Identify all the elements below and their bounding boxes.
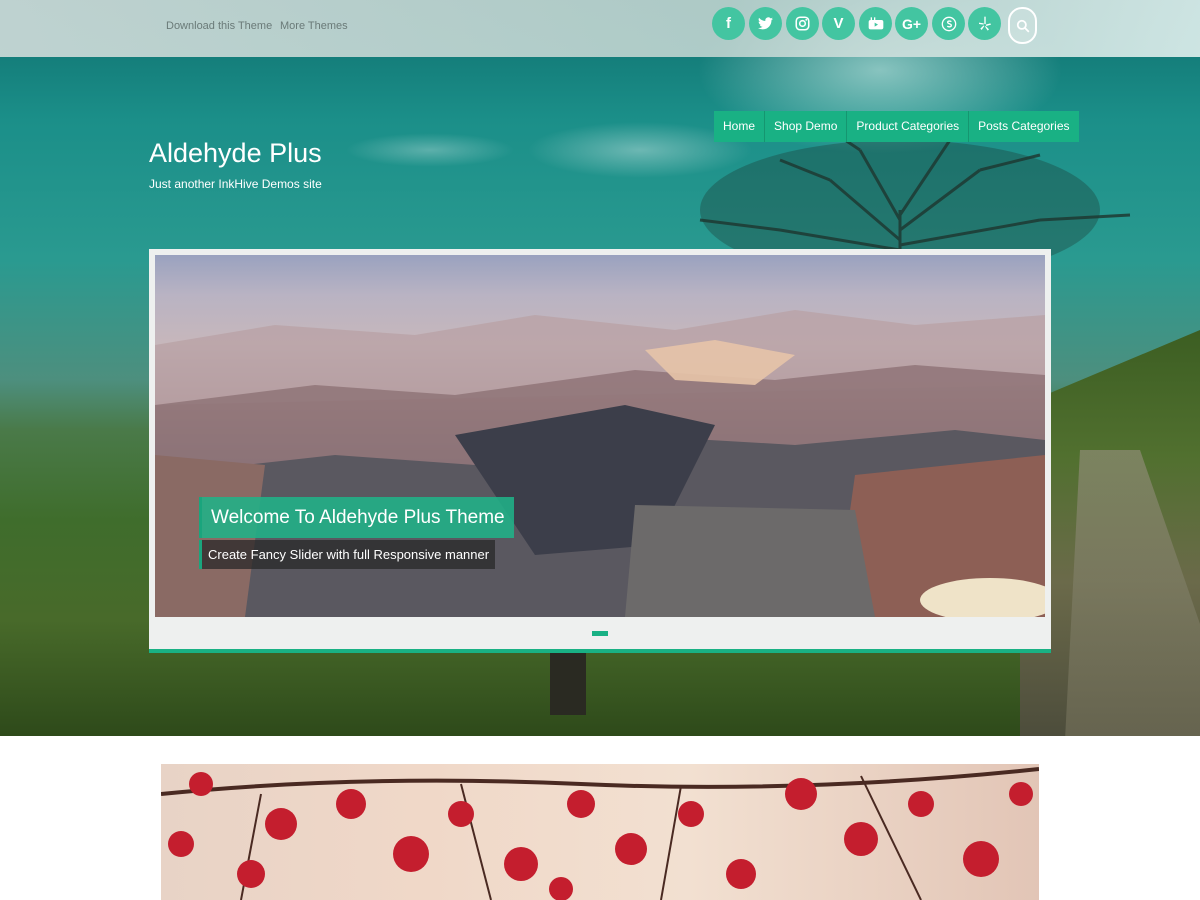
instagram-glyph xyxy=(795,16,810,31)
google-plus-icon[interactable]: G+ xyxy=(895,7,928,40)
search-glyph xyxy=(1016,19,1029,32)
facebook-glyph: f xyxy=(726,15,731,32)
slider xyxy=(149,249,1051,653)
nav-item-product-categories[interactable]: Product Categories xyxy=(846,111,969,142)
more-themes-link[interactable]: More Themes xyxy=(280,20,348,32)
yelp-glyph xyxy=(978,16,991,31)
twitter-glyph xyxy=(758,17,773,30)
instagram-icon[interactable] xyxy=(786,7,819,40)
vine-glyph: V xyxy=(833,15,844,32)
yelp-icon[interactable] xyxy=(968,7,1001,40)
main-navigation: Home Shop Demo Product Categories Posts … xyxy=(714,111,1079,142)
vine-icon[interactable]: V xyxy=(822,7,855,40)
nav-item-shop-demo[interactable]: Shop Demo xyxy=(764,111,847,142)
slide-caption-text: Create Fancy Slider with full Responsive… xyxy=(199,540,496,569)
google-plus-glyph: G+ xyxy=(901,15,922,32)
top-bar: Download this Theme More Themes f V G+ xyxy=(0,0,1200,57)
featured-image[interactable] xyxy=(161,764,1039,900)
site-description: Just another InkHive Demos site xyxy=(149,177,322,191)
youtube-glyph xyxy=(868,16,883,29)
search-icon[interactable] xyxy=(1008,7,1037,44)
twitter-icon[interactable] xyxy=(749,7,782,40)
slider-pagination-dot[interactable] xyxy=(592,631,608,636)
nav-item-posts-categories[interactable]: Posts Categories xyxy=(968,111,1079,142)
nav-item-home[interactable]: Home xyxy=(714,111,765,142)
youtube-icon[interactable] xyxy=(859,7,892,40)
slide-caption-title: Welcome To Aldehyde Plus Theme xyxy=(199,497,514,538)
slider-accent-bar xyxy=(149,649,1051,653)
site-title[interactable]: Aldehyde Plus xyxy=(149,138,322,169)
facebook-icon[interactable]: f xyxy=(712,7,745,40)
skype-glyph xyxy=(941,16,956,31)
red-leaves-illustration xyxy=(161,767,1039,900)
skype-icon[interactable] xyxy=(932,7,965,40)
download-theme-link[interactable]: Download this Theme xyxy=(166,20,272,32)
slider-post xyxy=(550,650,586,715)
